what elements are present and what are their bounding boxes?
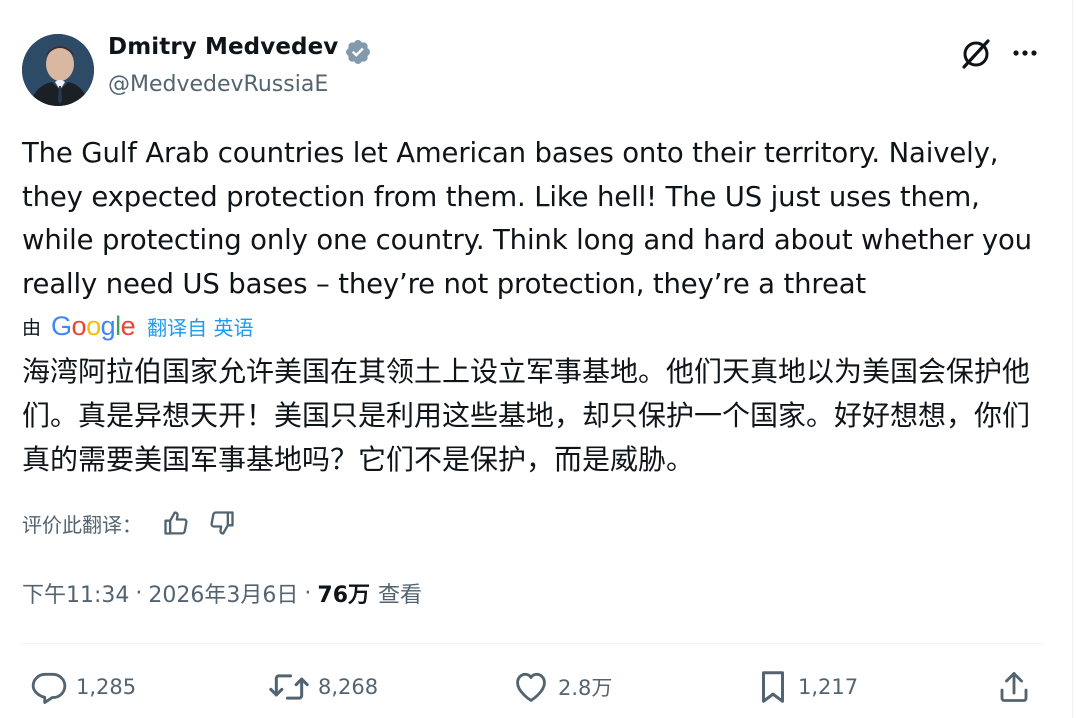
reply-button[interactable]: 1,285 bbox=[30, 662, 136, 712]
avatar-portrait-icon bbox=[22, 34, 94, 106]
more-dots-icon[interactable] bbox=[1010, 38, 1040, 68]
reply-count: 1,285 bbox=[76, 675, 137, 699]
share-icon bbox=[1000, 672, 1028, 702]
tweet-meta: 下午11:34 · 2026年3月6日 · 76万 查看 bbox=[22, 575, 422, 611]
tweet-date[interactable]: 2026年3月6日 bbox=[148, 577, 298, 609]
tweet-card: Dmitry Medvedev @MedvedevRussiaE The Gul… bbox=[0, 0, 1073, 718]
rate-translation-label: 评价此翻译： bbox=[22, 512, 142, 537]
translated-text: 海湾阿拉伯国家允许美国在其领土上设立军事基地。他们天真地以为美国会保护他们。真是… bbox=[22, 355, 1031, 476]
author-display-name[interactable]: Dmitry Medvedev bbox=[108, 34, 338, 60]
rate-translation-row: 评价此翻译： bbox=[22, 505, 252, 541]
tweet-time[interactable]: 下午11:34 bbox=[22, 577, 129, 609]
thumbs-up-icon[interactable] bbox=[160, 507, 192, 539]
verified-badge-icon[interactable] bbox=[344, 38, 372, 66]
bookmark-icon bbox=[761, 671, 785, 703]
views-label: 查看 bbox=[378, 583, 423, 608]
action-bar: 1,285 8,268 2.8万 1,217 bbox=[0, 662, 1072, 712]
repost-icon bbox=[269, 674, 309, 700]
meta-separator: · bbox=[135, 580, 143, 606]
translation-attribution: 由 Google 翻译自 英语 bbox=[22, 308, 254, 344]
reply-icon bbox=[31, 672, 67, 704]
repost-count: 8,268 bbox=[318, 675, 379, 699]
views-count: 76万 bbox=[317, 583, 371, 608]
meta-separator: · bbox=[304, 580, 312, 606]
bookmark-count: 1,217 bbox=[798, 675, 859, 699]
google-logo: Google bbox=[51, 310, 136, 341]
avatar[interactable] bbox=[22, 34, 94, 106]
tweet-text: The Gulf Arab countries let American bas… bbox=[22, 137, 1032, 300]
bookmark-button[interactable]: 1,217 bbox=[756, 662, 858, 712]
like-button[interactable]: 2.8万 bbox=[512, 662, 612, 712]
like-count: 2.8万 bbox=[558, 676, 613, 700]
translated-from-link[interactable]: 翻译自 英语 bbox=[147, 312, 253, 341]
author-handle[interactable]: @MedvedevRussiaE bbox=[108, 72, 328, 97]
grok-icon[interactable] bbox=[958, 36, 994, 72]
heart-icon bbox=[516, 672, 546, 702]
translation-by-label: 由 bbox=[22, 316, 42, 339]
share-button[interactable] bbox=[996, 662, 1040, 712]
thumbs-down-icon[interactable] bbox=[206, 507, 238, 539]
repost-button[interactable]: 8,268 bbox=[268, 662, 378, 712]
divider bbox=[22, 643, 1042, 644]
